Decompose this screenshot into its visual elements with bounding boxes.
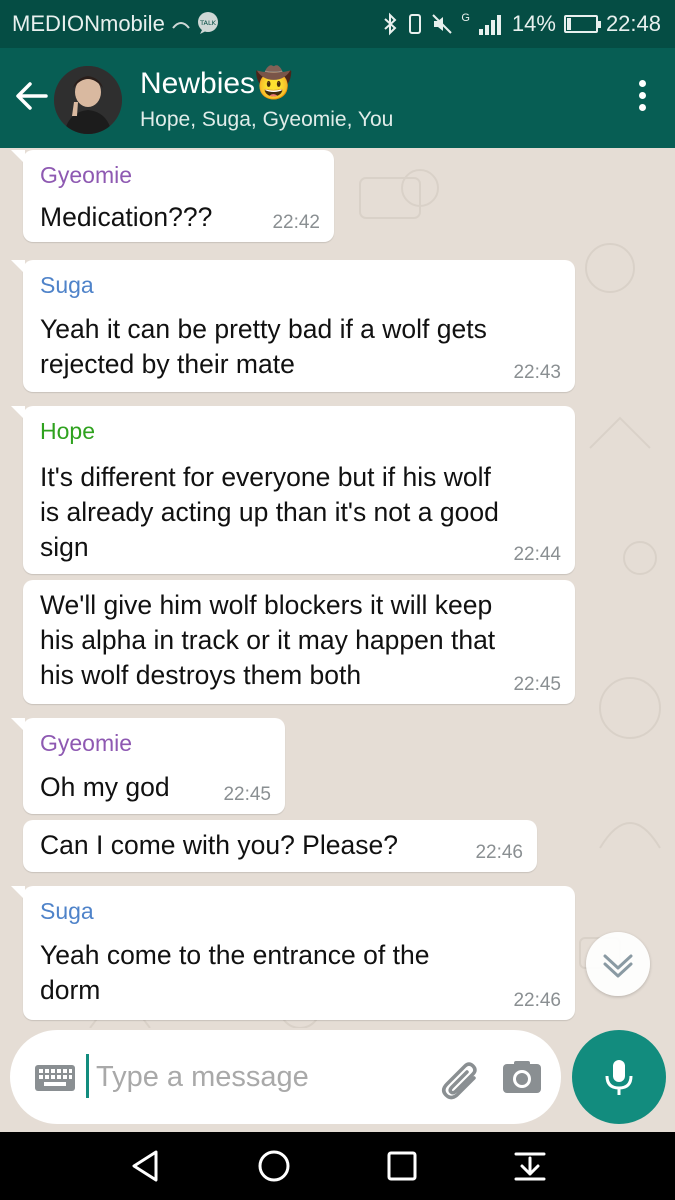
message-text: Medication??? (40, 202, 213, 232)
voice-record-button[interactable] (572, 1030, 666, 1124)
avatar-photo (54, 66, 122, 134)
message-sender: Gyeomie (40, 730, 133, 756)
message-text: dorm (40, 975, 101, 1005)
notification-pull-icon[interactable] (512, 1148, 548, 1184)
chevron-double-down-icon (603, 954, 633, 978)
message-composer (10, 1030, 561, 1124)
more-vert-icon[interactable] (637, 80, 647, 116)
message-text: his wolf destroys them both (40, 660, 362, 690)
talk-icon: TALK (198, 12, 218, 34)
message-text: Oh my god (40, 772, 170, 802)
group-avatar[interactable] (54, 66, 122, 134)
message-bubble[interactable]: Suga Yeah it can be pretty bad if a wolf… (11, 260, 575, 392)
message-sender: Gyeomie (40, 162, 133, 188)
group-members[interactable]: Hope, Suga, Gyeomie, You (140, 108, 393, 132)
group-title[interactable]: Newbies🤠 (140, 66, 292, 101)
message-text: Can I come with you? Please? (40, 830, 398, 860)
talk-badge-label: TALK (199, 19, 217, 27)
message-time: 22:44 (513, 544, 561, 565)
vibrate-icon (409, 14, 422, 34)
message-text: We'll give him wolf blockers it will kee… (40, 590, 493, 620)
status-bar: MEDIONmobile TALK G 14% 22:48 (0, 0, 675, 48)
message-text: Yeah it can be pretty bad if a wolf gets (40, 314, 487, 344)
scroll-to-bottom-button[interactable] (586, 932, 650, 996)
status-right: G 14% 22:48 (381, 11, 661, 37)
chat-header: Newbies🤠 Hope, Suga, Gyeomie, You (0, 48, 675, 148)
message-sender: Suga (40, 898, 94, 924)
mic-icon (605, 1060, 633, 1095)
mute-icon (432, 14, 453, 34)
message-time: 22:45 (223, 784, 271, 805)
system-nav-bar (0, 1132, 675, 1200)
clock: 22:48 (605, 11, 661, 36)
message-text: rejected by their mate (40, 349, 295, 379)
message-input[interactable] (96, 1054, 426, 1100)
message-time: 22:46 (475, 842, 523, 863)
music-icon (172, 22, 190, 29)
arrow-left-icon[interactable] (14, 76, 50, 116)
carrier-name: MEDIONmobile (12, 11, 165, 36)
home-circle-icon[interactable] (256, 1148, 292, 1184)
keyboard-icon[interactable] (34, 1064, 76, 1092)
network-type: G (461, 12, 470, 24)
message-bubble[interactable]: Gyeomie Oh my god 22:45 (11, 718, 285, 814)
message-text: his alpha in track or it may happen that (40, 625, 496, 655)
battery-percent: 14% (511, 11, 556, 36)
camera-icon[interactable] (502, 1060, 542, 1094)
message-time: 22:46 (513, 990, 561, 1011)
recents-square-icon[interactable] (384, 1148, 420, 1184)
battery-icon (563, 15, 601, 33)
bluetooth-icon (384, 12, 397, 36)
message-text: It's different for everyone but if his w… (40, 462, 491, 492)
back-triangle-icon[interactable] (128, 1148, 164, 1184)
message-bubble[interactable]: Suga Yeah come to the entrance of the do… (11, 886, 575, 1020)
message-text: Yeah come to the entrance of the (40, 940, 430, 970)
message-time: 22:42 (272, 212, 320, 233)
message-bubble[interactable]: We'll give him wolf blockers it will kee… (23, 580, 575, 704)
message-sender: Suga (40, 272, 94, 298)
message-list[interactable]: Gyeomie Medication??? 22:42 Suga Yeah it… (0, 148, 675, 1028)
message-bubble[interactable]: Can I come with you? Please? 22:46 (23, 820, 537, 872)
message-bubble[interactable]: Gyeomie Medication??? 22:42 (11, 150, 334, 242)
message-bubble[interactable]: Hope It's different for everyone but if … (11, 406, 575, 574)
message-time: 22:45 (513, 674, 561, 695)
paperclip-icon[interactable] (438, 1058, 482, 1100)
message-text: sign (40, 532, 89, 562)
signal-icon (478, 15, 501, 35)
message-time: 22:43 (513, 362, 561, 383)
text-cursor (86, 1054, 89, 1098)
message-sender: Hope (40, 418, 95, 444)
message-text: is already acting up than it's not a goo… (40, 497, 499, 527)
